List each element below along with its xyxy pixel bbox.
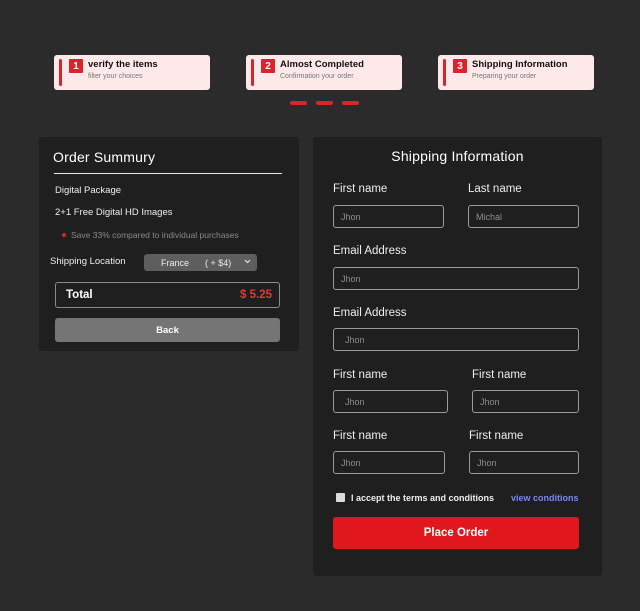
step-number: 2: [261, 59, 275, 73]
step-number: 3: [453, 59, 467, 73]
first-name-input-4[interactable]: [333, 451, 445, 474]
shipping-form-title: Shipping Information: [391, 148, 524, 164]
package-bonus: 2+1 Free Digital HD Images: [55, 207, 173, 218]
last-name-label: Last name: [468, 183, 522, 195]
shipping-form-card: Shipping Information First name Last nam…: [313, 137, 602, 576]
step-subtitle: Preparing your order: [472, 73, 537, 80]
savings-note: Save 33% compared to individual purchase…: [62, 230, 239, 240]
email-label-2: Email Address: [333, 307, 407, 319]
email-input-2[interactable]: [333, 328, 579, 351]
bullet-icon: [62, 233, 66, 237]
pagination-dash[interactable]: [342, 101, 359, 105]
first-name-label-5: First name: [469, 430, 524, 442]
order-summary-title: Order Summury: [53, 149, 156, 165]
total-box: Total $ 5.25: [55, 282, 280, 308]
terms-checkbox[interactable]: [336, 493, 345, 502]
savings-text: Save 33% compared to individual purchase…: [71, 230, 239, 240]
step-title: verify the items: [88, 59, 158, 70]
first-name-label: First name: [333, 183, 388, 195]
first-name-label-3: First name: [472, 369, 527, 381]
step-number: 1: [69, 59, 83, 73]
step-1[interactable]: 1 verify the items filter your choices: [54, 55, 210, 90]
step-title: Shipping Information: [472, 59, 568, 70]
terms-label: I accept the terms and conditions: [351, 493, 495, 503]
step-subtitle: filter your choices: [88, 73, 143, 80]
pagination-dash[interactable]: [316, 101, 333, 105]
first-name-input-3[interactable]: [472, 390, 579, 413]
first-name-label-2: First name: [333, 369, 388, 381]
email-input[interactable]: [333, 267, 579, 290]
divider: [54, 173, 282, 174]
step-accent-bar: [59, 59, 62, 86]
checkout-steps: 1 verify the items filter your choices 2…: [0, 0, 640, 120]
first-name-label-4: First name: [333, 430, 388, 442]
pagination-dash[interactable]: [290, 101, 307, 105]
total-amount: $ 5.25: [240, 289, 272, 301]
selected-country: France: [161, 257, 190, 268]
step-accent-bar: [251, 59, 254, 86]
chevron-down-icon: [244, 259, 251, 264]
order-summary-card: Order Summury Digital Package 2+1 Free D…: [39, 137, 299, 351]
view-conditions-link[interactable]: view conditions: [511, 493, 579, 503]
first-name-input[interactable]: [333, 205, 444, 228]
step-3[interactable]: 3 Shipping Information Preparing your or…: [438, 55, 594, 90]
place-order-button[interactable]: Place Order: [333, 517, 579, 549]
step-accent-bar: [443, 59, 446, 86]
step-subtitle: Confirmation your order: [280, 73, 354, 80]
last-name-input[interactable]: [468, 205, 579, 228]
step-pagination: [290, 101, 359, 105]
first-name-input-5[interactable]: [469, 451, 579, 474]
step-2[interactable]: 2 Almost Completed Confirmation your ord…: [246, 55, 402, 90]
back-button[interactable]: Back: [55, 318, 280, 342]
shipping-price: ( + $4): [205, 257, 232, 268]
first-name-input-2[interactable]: [333, 390, 448, 413]
email-label: Email Address: [333, 245, 407, 257]
package-name: Digital Package: [55, 185, 122, 196]
shipping-location-select[interactable]: France ( + $4): [144, 254, 257, 271]
step-title: Almost Completed: [280, 59, 364, 70]
shipping-location-label: Shipping Location: [50, 256, 126, 267]
total-label: Total: [66, 289, 93, 301]
